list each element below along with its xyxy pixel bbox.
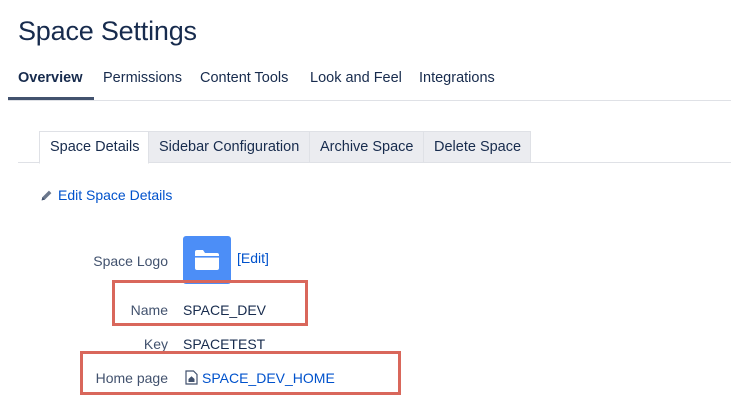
page-title: Space Settings bbox=[18, 16, 197, 46]
home-page-value[interactable]: SPACE_DEV_HOME bbox=[185, 370, 335, 386]
home-page-link[interactable]: SPACE_DEV_HOME bbox=[202, 370, 335, 386]
tab-content-tools[interactable]: Content Tools bbox=[200, 70, 288, 86]
pencil-icon bbox=[41, 190, 52, 200]
tab-look-and-feel[interactable]: Look and Feel bbox=[310, 70, 402, 86]
name-value: SPACE_DEV bbox=[183, 302, 266, 318]
sub-tabs: Space Details Sidebar Configuration Arch… bbox=[18, 131, 731, 164]
edit-space-details-label: Edit Space Details bbox=[58, 187, 173, 203]
name-label: Name bbox=[130, 302, 168, 318]
space-logo bbox=[183, 236, 231, 284]
folder-icon bbox=[195, 250, 219, 270]
active-tab-indicator bbox=[8, 97, 94, 100]
edit-space-details-link[interactable]: Edit Space Details bbox=[40, 187, 172, 203]
home-page-icon bbox=[185, 370, 198, 385]
subtab-space-details[interactable]: Space Details bbox=[39, 131, 149, 164]
tab-overview[interactable]: Overview bbox=[18, 70, 83, 86]
space-logo-label: Space Logo bbox=[93, 253, 168, 269]
key-label: Key bbox=[143, 336, 168, 352]
edit-logo-link[interactable]: [Edit] bbox=[237, 250, 269, 266]
subtab-archive-space[interactable]: Archive Space bbox=[309, 131, 424, 163]
key-value: SPACETEST bbox=[183, 336, 266, 352]
subtab-sidebar-configuration[interactable]: Sidebar Configuration bbox=[148, 131, 310, 163]
tab-integrations[interactable]: Integrations bbox=[419, 70, 495, 86]
main-tabs: Overview Permissions Content Tools Look … bbox=[8, 60, 731, 101]
subtab-delete-space[interactable]: Delete Space bbox=[423, 131, 531, 163]
home-page-label: Home page bbox=[95, 370, 168, 386]
tab-permissions[interactable]: Permissions bbox=[103, 70, 182, 86]
